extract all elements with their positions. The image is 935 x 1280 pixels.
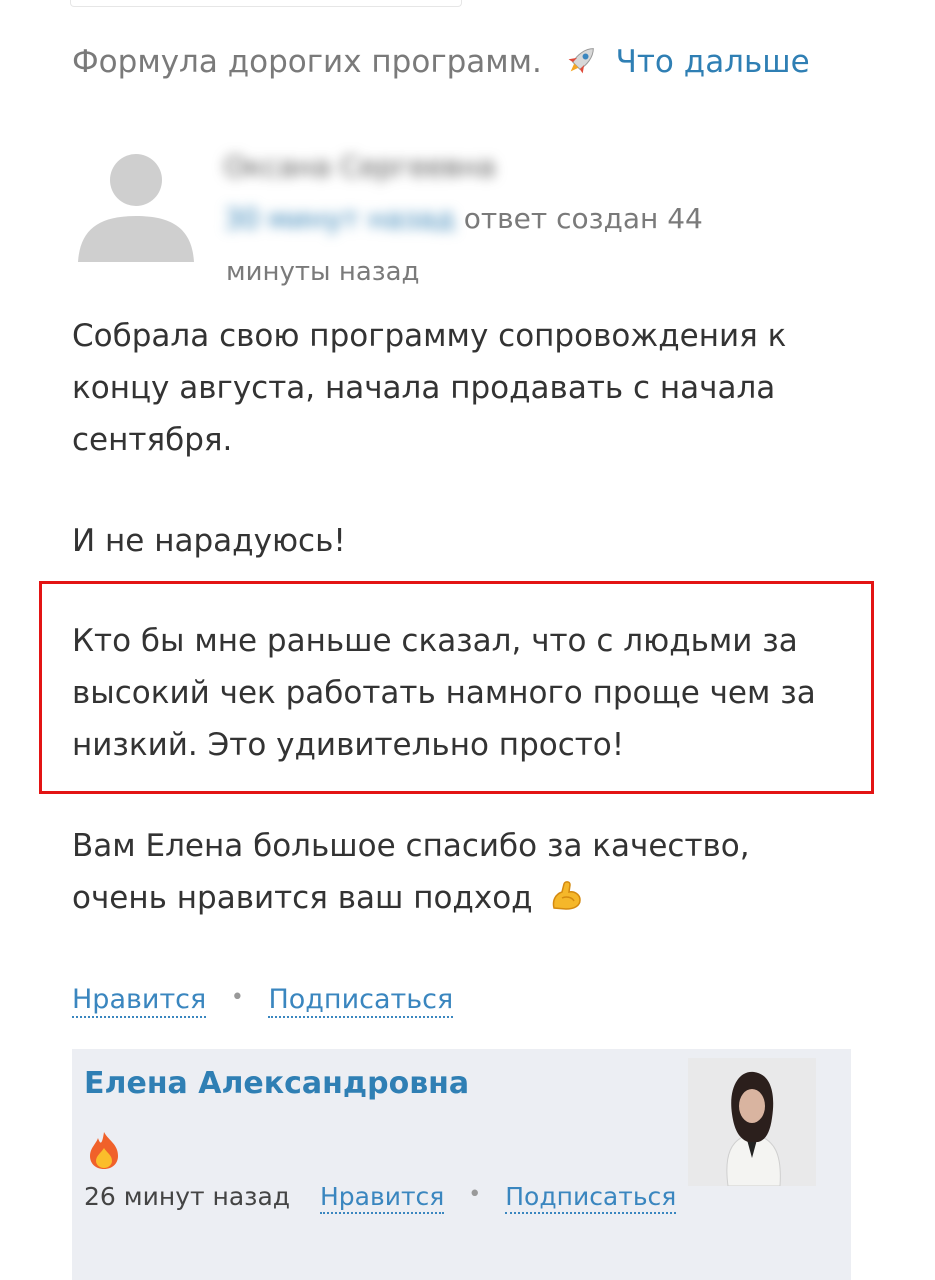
comment-paragraph-3-highlighted: Кто бы мне раньше сказал, что с людьми з…	[72, 623, 816, 763]
previous-card-edge	[70, 0, 462, 7]
what-next-link[interactable]: Что дальше	[616, 44, 810, 80]
subscribe-link[interactable]: Подписаться	[268, 984, 454, 1018]
comment-answer-meta: 30 минут назад ответ создан 44	[224, 202, 703, 235]
snippet-text: Формула дорогих программ.	[72, 44, 542, 80]
comment-author-name: Оксана Сергеевна	[224, 150, 496, 183]
reply-subscribe-link[interactable]: Подписаться	[505, 1182, 677, 1214]
comment-paragraph-1: Собрала свою программу сопровождения к к…	[72, 318, 787, 458]
reply-author-name[interactable]: Елена Александровна	[84, 1066, 469, 1101]
fire-icon	[90, 1132, 118, 1169]
comment-actions: Нравится • Подписаться	[72, 984, 454, 1018]
comment-time: минуты назад	[226, 257, 420, 287]
reply-time: 26 минут назад	[84, 1182, 291, 1211]
avatar-placeholder-icon	[78, 154, 194, 262]
comment-paragraph-4: Вам Елена большое спасибо за качество, о…	[72, 820, 852, 924]
previous-comment-snippet: Формула дорогих программ. Что дальше	[72, 42, 810, 82]
reply-meta: 26 минут назад Нравится • Подписаться	[84, 1182, 677, 1214]
rocket-icon	[568, 48, 594, 74]
bullet-separator: •	[468, 1182, 482, 1207]
bullet-separator: •	[230, 985, 244, 1010]
flexed-biceps-icon	[553, 881, 582, 910]
like-link[interactable]: Нравится	[72, 984, 207, 1018]
reply-like-link[interactable]: Нравится	[320, 1182, 445, 1214]
answer-created-text: ответ создан 44	[463, 202, 703, 235]
thanks-text: Вам Елена большое спасибо за качество, о…	[72, 828, 750, 916]
comment-paragraph-2: И не нарадуюсь!	[72, 523, 346, 559]
reply-author-photo	[688, 1058, 816, 1186]
blurred-time-link: 30 минут назад	[224, 202, 455, 235]
